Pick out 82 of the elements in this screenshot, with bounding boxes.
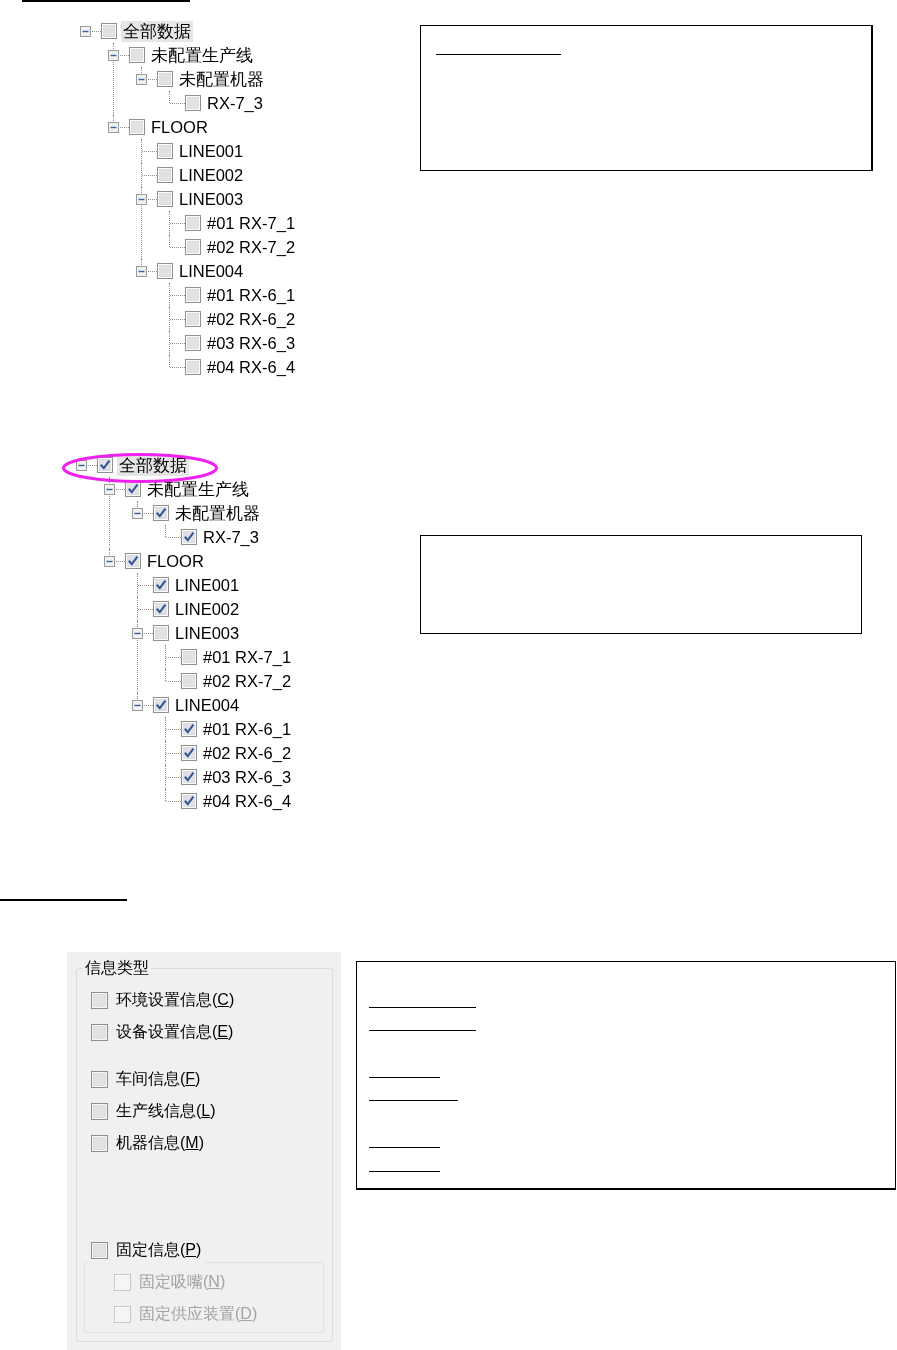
tree-item[interactable]: #02 RX-7_2 <box>201 670 294 692</box>
checkbox[interactable] <box>153 625 169 641</box>
checkbox-label[interactable]: 生产线信息(L) <box>116 1100 216 1122</box>
checkbox-label[interactable]: 设备设置信息(E) <box>116 1021 234 1043</box>
checkbox[interactable] <box>181 673 197 689</box>
tree-item[interactable]: FLOOR <box>149 116 210 138</box>
group-title: 信息类型 <box>84 958 150 978</box>
checkbox[interactable] <box>125 553 141 569</box>
collapse-icon[interactable] <box>132 627 143 639</box>
checkbox[interactable] <box>185 95 201 111</box>
checkbox[interactable] <box>153 577 169 593</box>
tree-item[interactable]: 未配置机器 <box>173 502 262 524</box>
checkbox[interactable] <box>157 71 173 87</box>
checkbox[interactable] <box>185 359 201 375</box>
collapse-icon[interactable] <box>76 459 87 471</box>
checkbox[interactable] <box>157 263 173 279</box>
checkbox[interactable] <box>91 1134 108 1152</box>
checkbox[interactable] <box>157 191 173 207</box>
checkbox[interactable] <box>181 721 197 737</box>
collapse-icon[interactable] <box>104 483 115 495</box>
tree-item[interactable]: RX-7_3 <box>205 92 265 114</box>
tree-item[interactable]: LINE001 <box>173 574 242 596</box>
checkbox[interactable] <box>91 1023 108 1041</box>
checkbox[interactable] <box>157 143 173 159</box>
checkbox[interactable] <box>97 457 113 473</box>
tree-item[interactable]: #02 RX-7_2 <box>205 236 298 258</box>
checkbox[interactable] <box>129 119 145 135</box>
checkbox[interactable] <box>181 649 197 665</box>
checkbox-label[interactable]: 车间信息(F) <box>116 1068 201 1090</box>
tree-item[interactable]: 未配置机器 <box>177 68 266 90</box>
checkbox[interactable] <box>91 1070 108 1088</box>
tree-item[interactable]: #03 RX-6_3 <box>201 766 294 788</box>
tree-item[interactable]: #01 RX-6_1 <box>205 284 298 306</box>
tree-item[interactable]: 未配置生产线 <box>145 478 251 500</box>
checkbox[interactable] <box>185 287 201 303</box>
checkbox[interactable] <box>181 745 197 761</box>
checkbox[interactable] <box>101 23 117 39</box>
collapse-icon[interactable] <box>104 555 115 567</box>
tree-item[interactable]: #01 RX-7_1 <box>201 646 294 668</box>
collapse-icon[interactable] <box>132 699 143 711</box>
tree-item[interactable]: LINE003 <box>177 188 246 210</box>
tree-item[interactable]: FLOOR <box>145 550 206 572</box>
checkbox[interactable] <box>91 991 108 1009</box>
checkbox[interactable] <box>185 239 201 255</box>
tree-item[interactable]: #01 RX-7_1 <box>205 212 298 234</box>
checkbox-label[interactable]: 环境设置信息(C) <box>116 989 235 1011</box>
checkbox[interactable] <box>181 769 197 785</box>
tree-item[interactable]: LINE002 <box>177 164 246 186</box>
checkbox[interactable] <box>185 335 201 351</box>
checkbox[interactable] <box>181 529 197 545</box>
tree-item[interactable]: #02 RX-6_2 <box>205 308 298 330</box>
checkbox[interactable] <box>91 1241 108 1259</box>
checkbox[interactable] <box>91 1102 108 1120</box>
tree-item[interactable]: #02 RX-6_2 <box>201 742 294 764</box>
checkbox-label[interactable]: 机器信息(M) <box>116 1132 204 1154</box>
collapse-icon[interactable] <box>136 73 147 85</box>
tree-item[interactable]: RX-7_3 <box>201 526 261 548</box>
tree-item[interactable]: LINE001 <box>177 140 246 162</box>
tree-item[interactable]: #04 RX-6_4 <box>205 356 298 378</box>
collapse-icon[interactable] <box>132 507 143 519</box>
checkbox[interactable] <box>185 311 201 327</box>
tree-item[interactable]: LINE003 <box>173 622 242 644</box>
tree-item[interactable]: 未配置生产线 <box>149 44 255 66</box>
tree-item[interactable]: #04 RX-6_4 <box>201 790 294 812</box>
tree-item[interactable]: LINE004 <box>177 260 246 282</box>
checkbox[interactable] <box>157 167 173 183</box>
checkbox[interactable] <box>181 793 197 809</box>
tree-item[interactable]: 全部数据 <box>121 20 193 42</box>
checkbox[interactable] <box>153 601 169 617</box>
collapse-icon[interactable] <box>136 193 147 205</box>
tree-item[interactable]: LINE004 <box>173 694 242 716</box>
tree-item[interactable]: #01 RX-6_1 <box>201 718 294 740</box>
tree-item[interactable]: LINE002 <box>173 598 242 620</box>
collapse-icon[interactable] <box>136 265 147 277</box>
checkbox[interactable] <box>129 47 145 63</box>
checkbox[interactable] <box>153 505 169 521</box>
checkbox[interactable] <box>153 697 169 713</box>
tree-item[interactable]: #03 RX-6_3 <box>205 332 298 354</box>
checkbox[interactable] <box>185 215 201 231</box>
collapse-icon[interactable] <box>108 121 119 133</box>
collapse-icon[interactable] <box>80 25 91 37</box>
collapse-icon[interactable] <box>108 49 119 61</box>
